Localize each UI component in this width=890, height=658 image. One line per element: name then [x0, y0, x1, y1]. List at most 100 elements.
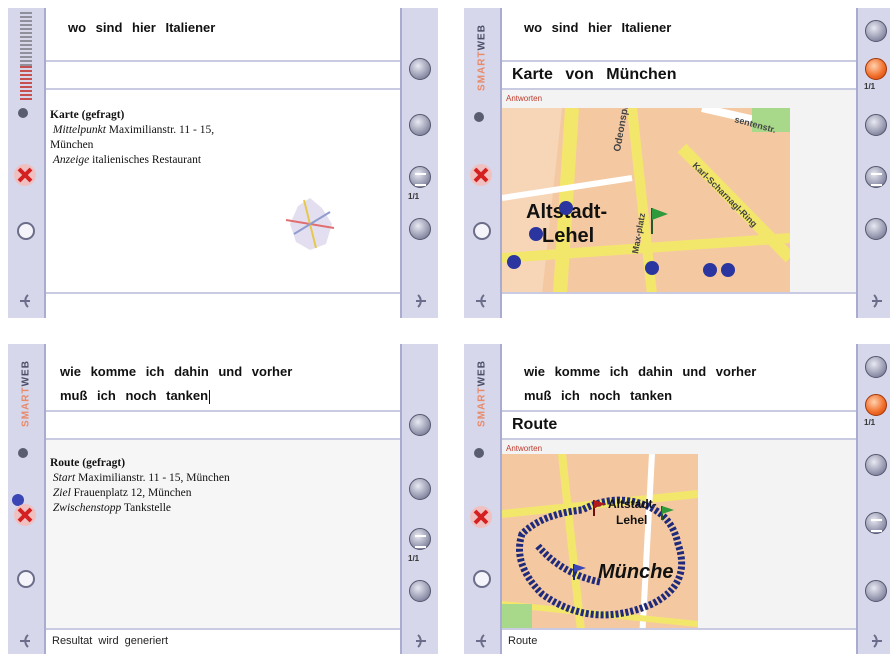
city-map[interactable]: Odeonspl. Max-platz Karl-Scharnagl-Ring … [502, 108, 790, 294]
back-icon[interactable] [470, 632, 494, 655]
result-title-box [46, 412, 400, 440]
query-line-1: wie komme ich dahin und vorher [60, 364, 293, 379]
back-icon[interactable] [14, 632, 38, 655]
district-label-2: Lehel [542, 225, 594, 247]
speaker-icon[interactable] [865, 580, 887, 602]
query-box[interactable]: wo sind hier Italiener [46, 8, 400, 62]
left-toolbar: SMARTWEB [464, 344, 502, 654]
page-indicator: 1/1 [408, 192, 420, 201]
camera-icon[interactable] [409, 114, 431, 136]
page-indicator: 1/1 [864, 418, 876, 427]
detail-row-display: Anzeige italienisches Restaurant [52, 154, 202, 166]
forward-icon[interactable] [864, 292, 888, 315]
detail-row-stopover: Zwischenstopp Tankstelle [52, 502, 172, 514]
query-box[interactable]: wo sind hier Italiener [502, 8, 856, 62]
restaurant-marker [703, 263, 717, 277]
answers-label: Antworten [506, 444, 543, 453]
cancel-icon[interactable] [14, 164, 36, 186]
list-icon[interactable] [409, 528, 431, 550]
status-dot-icon [18, 108, 28, 118]
speaker-icon[interactable] [865, 218, 887, 240]
restaurant-marker [559, 201, 573, 215]
display-icon[interactable] [865, 356, 887, 378]
left-toolbar [8, 8, 46, 318]
detail-row-center: Mittelpunkt Maximilianstr. 11 - 15, [52, 124, 215, 136]
result-title-box: Route [502, 412, 856, 440]
main-content: wie komme ich dahin und vorher muß ich n… [502, 344, 856, 654]
cancel-icon[interactable] [14, 504, 36, 526]
detail-row-start: Start Maximilianstr. 11 - 15, München [52, 472, 230, 484]
camera-icon[interactable] [409, 478, 431, 500]
page-indicator: 1/1 [408, 554, 420, 563]
query-line-2: muß ich noch tanken [60, 388, 211, 404]
result-area: Antworten Altstadt- Lehel Münche [502, 440, 856, 640]
phone-icon[interactable] [409, 58, 431, 80]
route-map[interactable]: Altstadt- Lehel Münche [502, 454, 698, 640]
text-cursor [209, 389, 211, 404]
brand-logo: SMARTWEB [20, 360, 32, 427]
status-text: Resultat wird generiert [52, 635, 169, 647]
right-toolbar: 1/1 [400, 8, 438, 318]
main-content: wo sind hier Italiener Karte von München… [502, 8, 856, 318]
map-thumbnail-icon [282, 194, 338, 259]
restaurant-marker [507, 255, 521, 269]
restaurant-marker [645, 261, 659, 275]
phone-icon[interactable] [865, 394, 887, 416]
district-label-2: Lehel [616, 513, 647, 527]
right-toolbar: 1/1 [856, 344, 890, 654]
right-toolbar: 1/1 [856, 8, 890, 318]
detail-row-city: München [50, 139, 94, 151]
back-icon[interactable] [14, 292, 38, 315]
status-bar: Resultat wird generiert [46, 628, 400, 654]
main-content: wie komme ich dahin und vorher muß ich n… [46, 344, 400, 654]
forward-icon[interactable] [408, 292, 432, 315]
query-box[interactable]: wie komme ich dahin und vorher muß ich n… [46, 344, 400, 412]
status-bar [46, 292, 400, 318]
right-toolbar: 1/1 [400, 344, 438, 654]
camera-icon[interactable] [865, 114, 887, 136]
status-dot-icon [474, 112, 484, 122]
list-icon[interactable] [409, 166, 431, 188]
phone-icon[interactable] [409, 414, 431, 436]
phone-icon[interactable] [865, 58, 887, 80]
status-bar: Route [502, 628, 856, 654]
list-icon[interactable] [865, 512, 887, 534]
request-details: Route (gefragt) Start Maximilianstr. 11 … [50, 456, 230, 516]
query-text: wie komme ich dahin und vorher muß ich n… [60, 362, 292, 406]
query-text: wo sind hier Italiener [68, 18, 215, 38]
speaker-icon[interactable] [409, 218, 431, 240]
cancel-icon[interactable] [470, 164, 492, 186]
speaker-icon[interactable] [409, 580, 431, 602]
round-button-icon[interactable] [17, 222, 35, 240]
voice-meter-level [20, 66, 32, 100]
result-title: Route [512, 416, 558, 433]
list-icon[interactable] [865, 166, 887, 188]
result-title: Karte von München [512, 66, 677, 83]
round-button-icon[interactable] [17, 570, 35, 588]
district-label: Altstadt- [608, 497, 657, 511]
round-button-icon[interactable] [473, 222, 491, 240]
query-line-2: muß ich noch tanken [524, 388, 673, 403]
screen-italiener-query: wo sind hier Italiener Karte (gefragt) M… [8, 8, 438, 318]
result-area: Route (gefragt) Start Maximilianstr. 11 … [46, 440, 400, 628]
query-line-1: wo sind hier Italiener [68, 20, 216, 35]
display-icon[interactable] [865, 20, 887, 42]
result-title-box [46, 62, 400, 90]
cancel-icon[interactable] [470, 506, 492, 528]
result-title-box: Karte von München [502, 62, 856, 90]
result-area: Karte (gefragt) Mittelpunkt Maximilianst… [46, 90, 400, 292]
status-dot-icon [474, 448, 484, 458]
screen-route-query: SMARTWEB wie komme ich dahin und vorher … [8, 344, 438, 654]
camera-icon[interactable] [865, 454, 887, 476]
brand-logo: SMARTWEB [476, 360, 488, 427]
forward-icon[interactable] [864, 632, 888, 655]
back-icon[interactable] [470, 292, 494, 315]
round-button-icon[interactable] [473, 570, 491, 588]
detail-heading: Karte (gefragt) [50, 109, 125, 121]
detail-row-destination: Ziel Frauenplatz 12, München [52, 487, 192, 499]
forward-icon[interactable] [408, 632, 432, 655]
page-indicator: 1/1 [864, 82, 876, 91]
query-line-1: wie komme ich dahin und vorher [524, 364, 757, 379]
query-box[interactable]: wie komme ich dahin und vorher muß ich n… [502, 344, 856, 412]
brand-logo: SMARTWEB [476, 24, 488, 91]
